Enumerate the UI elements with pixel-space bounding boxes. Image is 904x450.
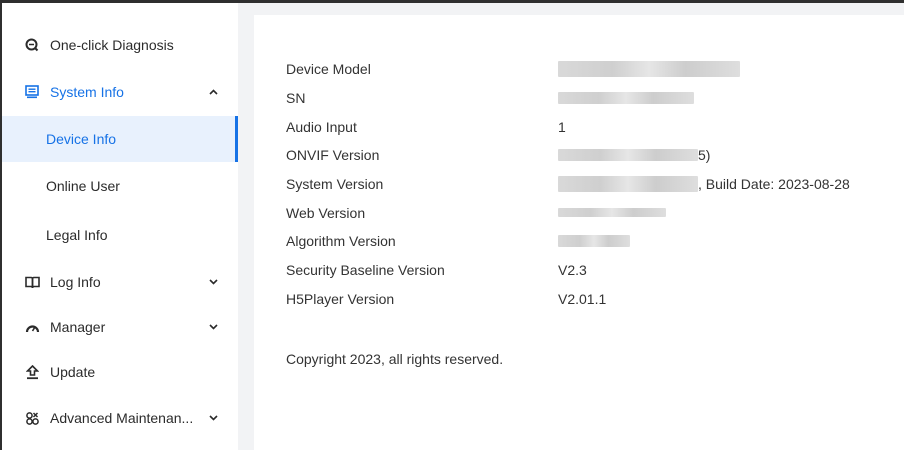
info-label: Security Baseline Version (286, 262, 445, 279)
chevron-down-icon (208, 277, 218, 287)
redacted-value (558, 176, 698, 193)
info-label: ONVIF Version (286, 147, 380, 164)
redacted-value (558, 61, 740, 78)
sidebar-item-label: System Info (50, 84, 124, 100)
info-row-sn: SN (286, 84, 904, 113)
info-value: V2.3 (558, 262, 587, 279)
redacted-value (558, 235, 630, 248)
sidebar: One-click Diagnosis System Info Device I… (2, 3, 238, 450)
sidebar-item-one-click-diagnosis[interactable]: One-click Diagnosis (2, 22, 238, 68)
chevron-down-icon (208, 413, 218, 423)
sidebar-item-manager[interactable]: Manager (2, 304, 238, 350)
info-label: System Version (286, 176, 384, 193)
info-row-security-baseline-version: Security Baseline Version V2.3 (286, 256, 904, 285)
info-value (558, 208, 666, 218)
info-value (558, 61, 740, 78)
tools-icon (24, 410, 40, 426)
app: One-click Diagnosis System Info Device I… (2, 3, 904, 450)
sidebar-item-label: Update (50, 364, 96, 380)
info-row-h5player-version: H5Player Version V2.01.1 (286, 285, 904, 314)
info-row-web-version: Web Version (286, 198, 904, 227)
book-icon (24, 274, 40, 290)
info-value: , Build Date: 2023-08-28 (558, 176, 850, 193)
info-value: 1 (558, 118, 566, 135)
monitor-icon (24, 84, 40, 100)
gauge-icon (24, 319, 40, 335)
sidebar-item-label: Log Info (50, 274, 101, 290)
info-value (558, 92, 694, 105)
sidebar-subitem-label: Online User (46, 178, 120, 194)
device-info-panel: Device Model SN Audio Input 1 ONVIF Vers… (254, 15, 904, 450)
sidebar-item-label: One-click Diagnosis (50, 37, 174, 53)
sidebar-item-label: Manager (50, 319, 106, 335)
sidebar-item-advanced-maintenance[interactable]: Advanced Maintenan... (2, 395, 238, 441)
info-row-system-version: System Version , Build Date: 2023-08-28 (286, 170, 904, 199)
info-row-onvif-version: ONVIF Version 5) (286, 141, 904, 170)
upload-arrow-icon (24, 364, 40, 380)
redacted-value (558, 208, 666, 218)
info-label: Audio Input (286, 118, 357, 135)
redacted-value (558, 149, 698, 162)
sidebar-subitem-device-info[interactable]: Device Info (2, 116, 238, 162)
info-row-audio-input: Audio Input 1 (286, 112, 904, 141)
sidebar-subitem-label: Legal Info (46, 227, 108, 243)
info-row-device-model: Device Model (286, 55, 904, 84)
info-value (558, 235, 630, 248)
info-label: H5Player Version (286, 290, 395, 307)
info-row-algorithm-version: Algorithm Version (286, 227, 904, 256)
diagnosis-icon (24, 37, 40, 53)
copyright-text: Copyright 2023, all rights reserved. (286, 351, 504, 368)
redacted-value (558, 92, 694, 105)
chevron-down-icon (208, 322, 218, 332)
content-area: Device Model SN Audio Input 1 ONVIF Vers… (238, 3, 904, 450)
info-label: Web Version (286, 204, 366, 221)
info-label: Algorithm Version (286, 233, 396, 250)
sidebar-item-label: Advanced Maintenan... (50, 410, 194, 426)
sidebar-item-log-info[interactable]: Log Info (2, 259, 238, 305)
info-value: V2.01.1 (558, 290, 607, 307)
info-label: SN (286, 90, 306, 107)
sidebar-subitem-label: Device Info (46, 131, 117, 147)
info-label: Device Model (286, 61, 371, 78)
sidebar-item-update[interactable]: Update (2, 349, 238, 395)
sidebar-subitem-legal-info[interactable]: Legal Info (2, 212, 238, 258)
sidebar-subitem-online-user[interactable]: Online User (2, 163, 238, 209)
chevron-up-icon (208, 87, 218, 97)
info-value: 5) (558, 147, 710, 163)
sidebar-item-system-info[interactable]: System Info (2, 69, 238, 115)
